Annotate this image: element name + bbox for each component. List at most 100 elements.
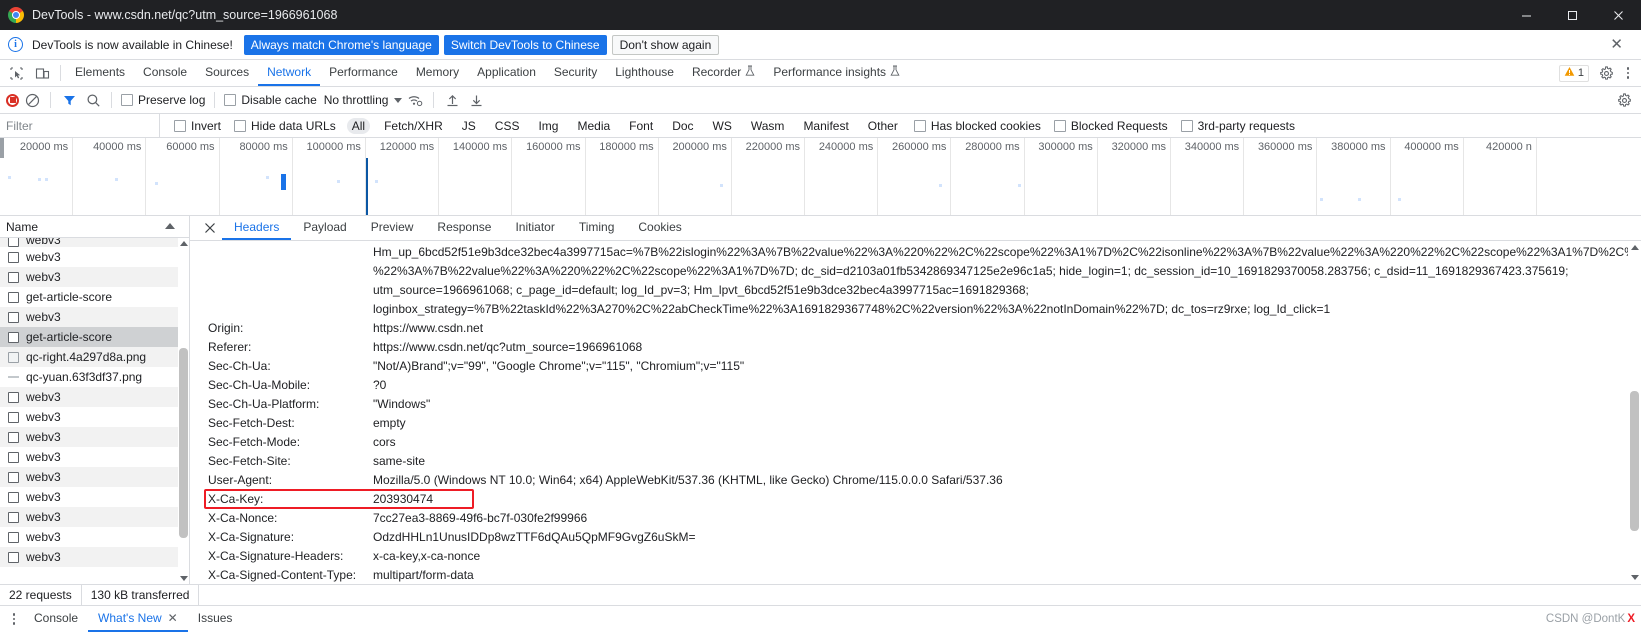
maximize-button[interactable] bbox=[1549, 0, 1595, 30]
request-row[interactable]: webv3 bbox=[0, 447, 189, 467]
more-vertical-icon[interactable] bbox=[1619, 67, 1637, 79]
type-filter-other[interactable]: Other bbox=[863, 118, 903, 134]
throttling-select[interactable]: No throttling bbox=[321, 93, 403, 107]
type-filter-all[interactable]: All bbox=[346, 117, 371, 134]
filter-input[interactable] bbox=[0, 114, 160, 137]
request-row[interactable]: webv3 bbox=[0, 507, 189, 527]
detail-tab-initiator[interactable]: Initiator bbox=[503, 216, 566, 240]
third-party-requests-checkbox[interactable]: 3rd-party requests bbox=[1179, 119, 1297, 133]
scroll-down-icon[interactable] bbox=[178, 573, 189, 584]
import-har-icon[interactable] bbox=[441, 89, 463, 111]
network-overview-timeline[interactable]: 20000 ms 40000 ms 60000 ms 80000 ms 100000 m… bbox=[0, 138, 1641, 216]
type-filter-img[interactable]: Img bbox=[533, 118, 563, 134]
has-blocked-cookies-checkbox[interactable]: Has blocked cookies bbox=[912, 119, 1043, 133]
detail-tab-cookies[interactable]: Cookies bbox=[626, 216, 693, 240]
tab-application[interactable]: Application bbox=[468, 60, 545, 86]
drawer-tab-issues[interactable]: Issues bbox=[188, 606, 243, 632]
type-filter-manifest[interactable]: Manifest bbox=[798, 118, 853, 134]
request-list-scrollbar[interactable] bbox=[178, 238, 189, 584]
tab-elements[interactable]: Elements bbox=[66, 60, 134, 86]
search-icon[interactable] bbox=[82, 89, 104, 111]
request-row[interactable]: get-article-score bbox=[0, 327, 189, 347]
detail-scrollbar[interactable] bbox=[1628, 241, 1641, 584]
request-row[interactable]: webv3 bbox=[0, 527, 189, 547]
drawer-tab-console[interactable]: Console bbox=[24, 606, 88, 632]
request-list-header[interactable]: Name bbox=[0, 216, 189, 238]
detail-tab-payload[interactable]: Payload bbox=[291, 216, 358, 240]
gear-icon[interactable] bbox=[1593, 65, 1619, 81]
dont-show-again-button[interactable]: Don't show again bbox=[611, 34, 720, 55]
inspect-element-icon[interactable] bbox=[3, 60, 29, 86]
detail-tab-preview[interactable]: Preview bbox=[359, 216, 426, 240]
detail-tab-response[interactable]: Response bbox=[425, 216, 503, 240]
type-filter-doc[interactable]: Doc bbox=[667, 118, 698, 134]
request-row[interactable]: webv3 bbox=[0, 238, 189, 247]
request-row[interactable]: webv3 bbox=[0, 307, 189, 327]
scroll-down-icon[interactable] bbox=[1628, 571, 1641, 584]
request-row[interactable]: webv3 bbox=[0, 467, 189, 487]
network-conditions-icon[interactable] bbox=[404, 89, 426, 111]
tab-recorder[interactable]: Recorder bbox=[683, 60, 764, 86]
gear-icon[interactable] bbox=[1613, 89, 1635, 111]
close-infobar-icon[interactable]: ✕ bbox=[1606, 37, 1627, 52]
detail-tab-headers[interactable]: Headers bbox=[222, 216, 292, 240]
request-row[interactable]: qc-yuan.63f3df37.png bbox=[0, 367, 189, 387]
overview-request-dot bbox=[1398, 198, 1401, 201]
blocked-requests-checkbox[interactable]: Blocked Requests bbox=[1052, 119, 1170, 133]
preserve-log-checkbox[interactable]: Preserve log bbox=[119, 93, 207, 107]
window-title-bar: DevTools - www.csdn.net/qc?utm_source=19… bbox=[0, 0, 1641, 30]
device-toolbar-icon[interactable] bbox=[29, 60, 55, 86]
header-value: 7cc27ea3-8869-49f6-bc7f-030fe2f99966 bbox=[373, 511, 588, 525]
close-icon[interactable] bbox=[198, 216, 222, 240]
tab-memory[interactable]: Memory bbox=[407, 60, 468, 86]
clear-icon[interactable] bbox=[21, 89, 43, 111]
request-row[interactable]: qc-right.4a297d8a.png bbox=[0, 347, 189, 367]
request-row[interactable]: webv3 bbox=[0, 547, 189, 567]
type-filter-js[interactable]: JS bbox=[457, 118, 481, 134]
hide-data-urls-checkbox[interactable]: Hide data URLs bbox=[232, 119, 338, 133]
disable-cache-checkbox[interactable]: Disable cache bbox=[222, 93, 318, 107]
invert-checkbox[interactable]: Invert bbox=[172, 119, 223, 133]
switch-to-chinese-button[interactable]: Switch DevTools to Chinese bbox=[443, 34, 607, 55]
detail-tab-timing[interactable]: Timing bbox=[567, 216, 627, 240]
type-filter-ws[interactable]: WS bbox=[708, 118, 737, 134]
drawer-tab-whats-new[interactable]: What's New ✕ bbox=[88, 606, 188, 632]
request-row[interactable]: webv3 bbox=[0, 267, 189, 287]
request-row[interactable]: get-article-score bbox=[0, 287, 189, 307]
overview-tick-label: 300000 ms bbox=[1038, 141, 1093, 153]
drawer-more-icon[interactable] bbox=[4, 613, 24, 625]
overview-tick-label: 120000 ms bbox=[379, 141, 435, 153]
scroll-up-icon[interactable] bbox=[178, 238, 189, 249]
scrollbar-thumb[interactable] bbox=[1630, 391, 1639, 531]
type-filter-media[interactable]: Media bbox=[572, 118, 615, 134]
type-filter-wasm[interactable]: Wasm bbox=[746, 118, 790, 134]
tab-performance[interactable]: Performance bbox=[320, 60, 407, 86]
tab-security[interactable]: Security bbox=[545, 60, 606, 86]
tab-performance-insights[interactable]: Performance insights bbox=[764, 60, 909, 86]
tab-network[interactable]: Network bbox=[258, 60, 321, 86]
filter-funnel-icon[interactable] bbox=[58, 89, 80, 111]
tab-console[interactable]: Console bbox=[134, 60, 196, 86]
request-row[interactable]: webv3 bbox=[0, 407, 189, 427]
tab-lighthouse[interactable]: Lighthouse bbox=[606, 60, 683, 86]
scrollbar-thumb[interactable] bbox=[179, 348, 188, 538]
record-stop-icon[interactable] bbox=[6, 93, 19, 107]
request-row[interactable]: webv3 bbox=[0, 427, 189, 447]
close-icon[interactable]: ✕ bbox=[168, 611, 178, 625]
type-filter-fetch-xhr[interactable]: Fetch/XHR bbox=[379, 118, 448, 134]
warnings-badge[interactable]: 1 bbox=[1558, 64, 1589, 82]
export-har-icon[interactable] bbox=[465, 89, 487, 111]
always-match-language-button[interactable]: Always match Chrome's language bbox=[243, 34, 439, 55]
tab-sources[interactable]: Sources bbox=[196, 60, 258, 86]
drawer-tab-strip: Console What's New ✕ Issues CSDN @DontK … bbox=[0, 606, 1641, 632]
request-row[interactable]: webv3 bbox=[0, 487, 189, 507]
minimize-button[interactable] bbox=[1503, 0, 1549, 30]
scroll-up-icon[interactable] bbox=[1628, 241, 1641, 254]
request-row[interactable]: webv3 bbox=[0, 247, 189, 267]
locale-message: DevTools is now available in Chinese! bbox=[32, 37, 233, 52]
close-button[interactable] bbox=[1595, 0, 1641, 30]
type-filter-css[interactable]: CSS bbox=[490, 118, 525, 134]
request-rows[interactable]: webv3 webv3 webv3 get-article-score webv3 get… bbox=[0, 238, 189, 584]
type-filter-font[interactable]: Font bbox=[624, 118, 658, 134]
request-row[interactable]: webv3 bbox=[0, 387, 189, 407]
